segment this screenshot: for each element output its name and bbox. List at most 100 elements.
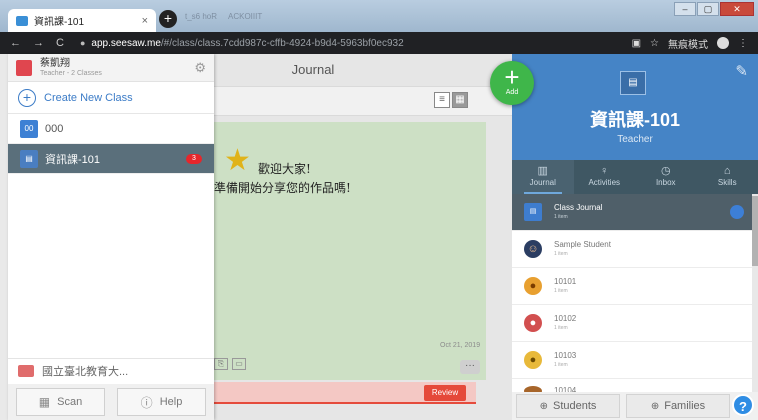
review-button[interactable]: Review xyxy=(424,385,466,401)
students-label: Students xyxy=(552,400,597,412)
review-bar: Review xyxy=(214,382,476,404)
add-button-label: Add xyxy=(505,89,519,96)
post-date: Oct 21, 2019 xyxy=(440,342,481,349)
add-students-button[interactable]: ⊕ Students xyxy=(516,394,620,418)
class-name: 資訊課-101 xyxy=(45,153,101,166)
lock-icon: ● xyxy=(79,38,86,48)
class-title: 資訊課-101 xyxy=(589,110,681,130)
class-icon: 00 xyxy=(20,119,38,138)
maximize-icon[interactable]: ▢ xyxy=(697,2,719,16)
list-item[interactable]: ● 10103 1 item xyxy=(512,342,752,379)
address-bar: ← → C ● app.seesaw.me/#/class/class.7cdd… xyxy=(0,32,758,54)
scan-label: Scan xyxy=(57,396,83,408)
faded-tab-text-2: ACKOIIIT xyxy=(228,12,263,21)
list-item-name: Sample Student xyxy=(554,240,611,249)
class-panel: ▤ ✎ 資訊課-101 Teacher ▥ Journal ♀ Activiti… xyxy=(512,54,758,420)
browser-tab-strip: 資訊課-101 × + t_s6 hoR ACKOIIIT – ▢ ✕ xyxy=(0,0,758,32)
view-toggle: ≡ ▦ xyxy=(434,92,468,108)
more-options-button[interactable]: ··· xyxy=(460,360,480,374)
tab-label: Journal xyxy=(529,178,556,187)
url-host: app.seesaw.me xyxy=(91,37,161,49)
journal-icon: ▥ xyxy=(537,165,548,177)
profile-header[interactable]: 蔡凱翔 Teacher - 2 Classes ⚙ xyxy=(8,54,214,82)
reload-icon[interactable]: C xyxy=(56,37,64,49)
add-button[interactable]: + Add xyxy=(490,61,534,105)
minimize-icon[interactable]: – xyxy=(674,2,696,16)
list-item-name: Class Journal xyxy=(554,203,603,212)
class-item-000[interactable]: 00 000 xyxy=(8,114,214,144)
forward-arrow-icon[interactable]: → xyxy=(33,37,44,49)
class-journal-icon: ▤ xyxy=(524,203,542,221)
address-bar-right-tools: ▣ ☆ 無痕模式 ⋮ xyxy=(632,36,748,51)
tab-inbox[interactable]: ◷ Inbox xyxy=(635,160,697,194)
school-name: 國立臺北教育大... xyxy=(42,365,129,378)
list-item[interactable]: ☺ Sample Student 1 item xyxy=(512,231,752,268)
skills-icon: ⌂ xyxy=(723,165,731,177)
help-button[interactable]: ⓘ Help xyxy=(117,388,206,416)
gear-icon[interactable]: ⚙ xyxy=(194,60,206,76)
plus-icon: + xyxy=(504,62,520,92)
list-item[interactable]: ● 10101 1 item xyxy=(512,268,752,305)
new-tab-button[interactable]: + xyxy=(159,10,177,28)
class-role: Teacher xyxy=(617,134,653,145)
tab-activities[interactable]: ♀ Activities xyxy=(574,160,636,194)
drawer-footer: ▦ Scan ⓘ Help xyxy=(8,384,214,420)
list-item[interactable]: ▤ Class Journal 1 item xyxy=(512,194,752,231)
notification-badge: 3 xyxy=(186,153,202,164)
post-text-line-1: 歡迎大家! xyxy=(258,162,311,176)
class-name: 000 xyxy=(45,122,64,135)
incognito-label: 無痕模式 xyxy=(668,39,708,51)
list-view-icon[interactable]: ≡ xyxy=(434,92,450,108)
folder-icon[interactable]: ▭ xyxy=(232,358,246,370)
list-item-count: 1 item xyxy=(554,251,568,257)
tab-favicon-icon xyxy=(16,15,28,26)
profile-avatar-icon[interactable] xyxy=(717,37,729,49)
create-new-class-button[interactable]: + Create New Class xyxy=(8,82,214,114)
comment-icon[interactable]: ⎘ xyxy=(214,358,228,370)
journal-pane: Journal ≡ ▦ ★ 歡迎大家! 準備開始分享您的作品嗎! Oct 21,… xyxy=(214,54,512,420)
window-close-icon[interactable]: ✕ xyxy=(720,2,754,16)
list-scrollbar[interactable] xyxy=(752,194,758,420)
inbox-icon: ◷ xyxy=(660,165,671,177)
class-icon: ▤ xyxy=(620,71,646,95)
grid-view-icon[interactable]: ▦ xyxy=(452,92,468,108)
help-label: Help xyxy=(159,396,183,408)
avatar xyxy=(16,59,32,76)
browser-tab[interactable]: 資訊課-101 × xyxy=(8,9,156,32)
star-icon: ★ xyxy=(224,144,251,177)
menu-kebab-icon[interactable]: ⋮ xyxy=(738,38,748,49)
class-panel-footer: ⊕ Students ⊕ Families xyxy=(512,392,758,420)
translate-icon[interactable]: ▣ xyxy=(632,38,641,49)
back-arrow-icon[interactable]: ← xyxy=(10,37,21,49)
list-item-count: 1 item xyxy=(554,214,568,220)
list-item-name: 10101 xyxy=(554,277,577,286)
student-list: ▤ Class Journal 1 item ☺ Sample Student … xyxy=(512,194,752,397)
scan-button[interactable]: ▦ Scan xyxy=(16,388,105,416)
student-avatar-icon: ☺ xyxy=(524,240,542,258)
school-selector[interactable]: 國立臺北教育大... xyxy=(8,358,214,382)
plus-circle-icon: ⊕ xyxy=(650,400,660,412)
add-families-button[interactable]: ⊕ Families xyxy=(626,394,730,418)
url-path: /#/class/class.7cdd987c-cffb-4924-b9d4-5… xyxy=(160,37,404,49)
url-field[interactable]: app.seesaw.me/#/class/class.7cdd987c-cff… xyxy=(91,38,631,49)
tiger-avatar-icon: ● xyxy=(524,277,542,295)
tab-label: Activities xyxy=(588,178,621,187)
tab-journal[interactable]: ▥ Journal xyxy=(512,160,574,194)
families-label: Families xyxy=(664,400,706,412)
tab-skills[interactable]: ⌂ Skills xyxy=(697,160,758,194)
journal-toolbar: ≡ ▦ xyxy=(214,86,512,116)
profile-role: Teacher - 2 Classes xyxy=(40,69,102,77)
plus-circle-icon: + xyxy=(18,88,36,107)
post-text-line-2: 準備開始分享您的作品嗎! xyxy=(214,181,351,195)
create-new-class-label: Create New Class xyxy=(44,91,133,104)
bookmark-star-icon[interactable]: ☆ xyxy=(650,38,659,49)
faded-tab-text: t_s6 hoR xyxy=(185,12,218,21)
cat-avatar-icon: ● xyxy=(524,351,542,369)
post-actions: ⎘ ▭ xyxy=(214,358,246,370)
help-fab-button[interactable]: ? xyxy=(732,394,754,416)
class-item-101[interactable]: ▤ 資訊課-101 3 xyxy=(8,144,214,174)
scrollbar-thumb[interactable] xyxy=(752,196,758,266)
tab-close-icon[interactable]: × xyxy=(142,15,148,27)
wrench-icon[interactable]: ✎ xyxy=(735,62,748,80)
list-item[interactable]: ● 10102 1 item xyxy=(512,305,752,342)
